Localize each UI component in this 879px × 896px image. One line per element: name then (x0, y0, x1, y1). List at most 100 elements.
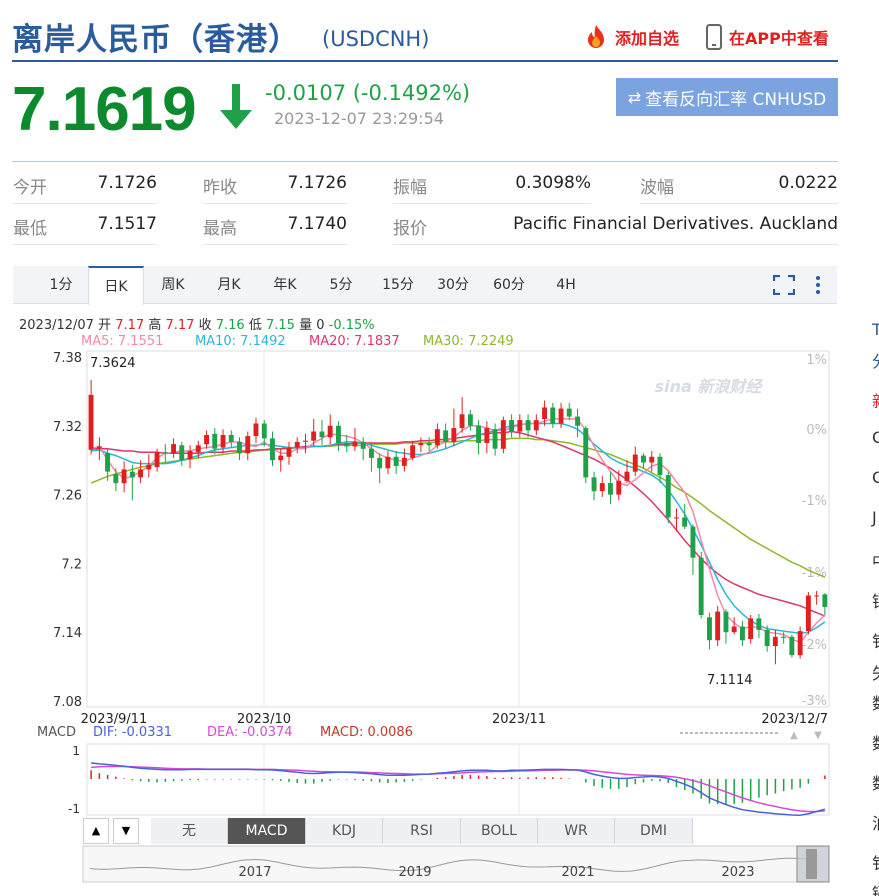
candle-body (566, 408, 572, 417)
candle-body (179, 445, 185, 461)
indicator-boll[interactable]: BOLL (461, 818, 538, 844)
tab-monthly[interactable]: 月K (207, 266, 251, 304)
info-low-label: 低 (248, 318, 262, 333)
pct-tick-label: 0% (806, 423, 827, 438)
stat-label: 最高 (203, 219, 237, 239)
period-tabbar: 1分 日K 周K 月K 年K 5分 15分 30分 60分 4H (13, 266, 837, 305)
candle-body (336, 425, 341, 443)
info-pct: -0.15% (328, 318, 375, 333)
reverse-rate-button[interactable]: ⇄ 查看反向汇率 CNHUSD (616, 78, 838, 116)
stat-divider (13, 203, 157, 204)
sina-watermark: sina 新浪财经 (655, 377, 764, 396)
candle-body (451, 428, 457, 442)
current-price: 7.1619 (12, 75, 197, 144)
stat-amplitude: 振幅 0.3098% (393, 173, 591, 198)
candle-body (797, 631, 803, 656)
candle-body (129, 471, 135, 478)
y-tick-label: 7.32 (53, 420, 82, 435)
tab-4h[interactable]: 4H (546, 266, 586, 304)
info-low: 7.15 (265, 318, 295, 333)
ma10-line (91, 422, 826, 635)
side-letter: 银 (872, 588, 879, 612)
stat-value: 7.1517 (97, 214, 157, 234)
indicator-dmi[interactable]: DMI (615, 818, 693, 844)
tab-1min[interactable]: 1分 (41, 266, 81, 304)
candle-body (608, 483, 613, 495)
stat-prev-close: 昨收 7.1726 (203, 173, 347, 198)
ma20-legend: MA20: 7.1837 (309, 334, 400, 349)
view-in-app-button[interactable]: 在APP中查看 (705, 24, 829, 50)
candle-body (624, 471, 630, 481)
scroll-down-button[interactable]: ▼ (113, 818, 139, 844)
overview-year-label: 2023 (721, 865, 754, 880)
stat-value: 0.0222 (778, 173, 838, 193)
candle-body (138, 469, 143, 478)
indicator-wr[interactable]: WR (538, 818, 615, 844)
tab-15min[interactable]: 15分 (376, 266, 420, 304)
candle-body (228, 435, 234, 442)
indicator-kdj[interactable]: KDJ (306, 818, 383, 844)
candle-body (245, 436, 251, 454)
candle-body (377, 457, 383, 469)
ohlc-info: 2023/12/07 开 7.17 高 7.17 收 7.16 低 7.15 量… (19, 314, 375, 333)
stat-divider (13, 244, 157, 245)
candle-body (550, 407, 556, 424)
candle-body (591, 477, 597, 492)
x-tick-label: 2023/11 (492, 712, 546, 727)
candle-body (476, 425, 481, 443)
macd-tick-label: 1 (72, 744, 80, 758)
y-tick-label: 7.08 (53, 695, 82, 710)
candle-body (393, 456, 399, 466)
candle-body (805, 595, 811, 631)
indicator-rsi[interactable]: RSI (383, 818, 461, 844)
x-tick-label: 2023/12/7 (761, 712, 828, 727)
candle-body (369, 448, 374, 458)
tab-weekly[interactable]: 周K (151, 266, 195, 304)
info-date: 2023/12/07 (19, 318, 94, 333)
ma30-legend: MA30: 7.2249 (423, 334, 514, 349)
tab-60min[interactable]: 60分 (487, 266, 531, 304)
candle-body (665, 475, 671, 518)
candle-body (327, 425, 333, 438)
fullscreen-icon[interactable] (773, 275, 795, 295)
tab-30min[interactable]: 30分 (431, 266, 475, 304)
ma30-line (90, 437, 826, 578)
pct-tick-label: 1% (806, 353, 827, 368)
candle-body (723, 611, 729, 633)
stat-value: 0.3098% (515, 173, 591, 193)
indicator-none[interactable]: 无 (151, 818, 228, 844)
candle-body (748, 618, 754, 639)
side-letter: 泊 (872, 810, 879, 834)
stat-value: Pacific Financial Derivatives. Auckland (513, 214, 838, 234)
candle-body (105, 453, 110, 472)
stat-divider (393, 203, 591, 204)
candle-body (253, 423, 259, 437)
page-title: 离岸人民币（香港） (12, 22, 300, 58)
more-icon[interactable] (813, 274, 823, 296)
overview-year-label: 2017 (238, 865, 271, 880)
candle-body (426, 443, 432, 446)
candle-body (690, 526, 696, 558)
candle-body (434, 429, 440, 446)
stat-open: 今开 7.1726 (13, 173, 157, 198)
candle-body (781, 636, 787, 638)
scroll-up-button[interactable]: ▲ (83, 818, 109, 844)
candle-body (641, 455, 646, 463)
stat-label: 今开 (13, 178, 47, 198)
tab-5min[interactable]: 5分 (321, 266, 361, 304)
pct-tick-label: -2% (802, 638, 827, 653)
pct-tick-label: -3% (802, 694, 827, 709)
candle-body (88, 394, 94, 450)
candle-body (509, 420, 514, 432)
tab-daily[interactable]: 日K (88, 266, 144, 305)
candle-body (525, 420, 531, 431)
candle-body (204, 435, 209, 445)
tab-yearly[interactable]: 年K (263, 266, 307, 304)
indicator-macd[interactable]: MACD (228, 818, 306, 844)
add-watchlist-button[interactable]: 添加自选 (583, 24, 679, 50)
candle-body (533, 420, 539, 431)
fire-icon (588, 25, 604, 48)
info-vol: 0 (316, 318, 325, 333)
macd-title: MACD (37, 725, 76, 740)
reverse-rate-label: 查看反向汇率 CNHUSD (645, 89, 827, 110)
